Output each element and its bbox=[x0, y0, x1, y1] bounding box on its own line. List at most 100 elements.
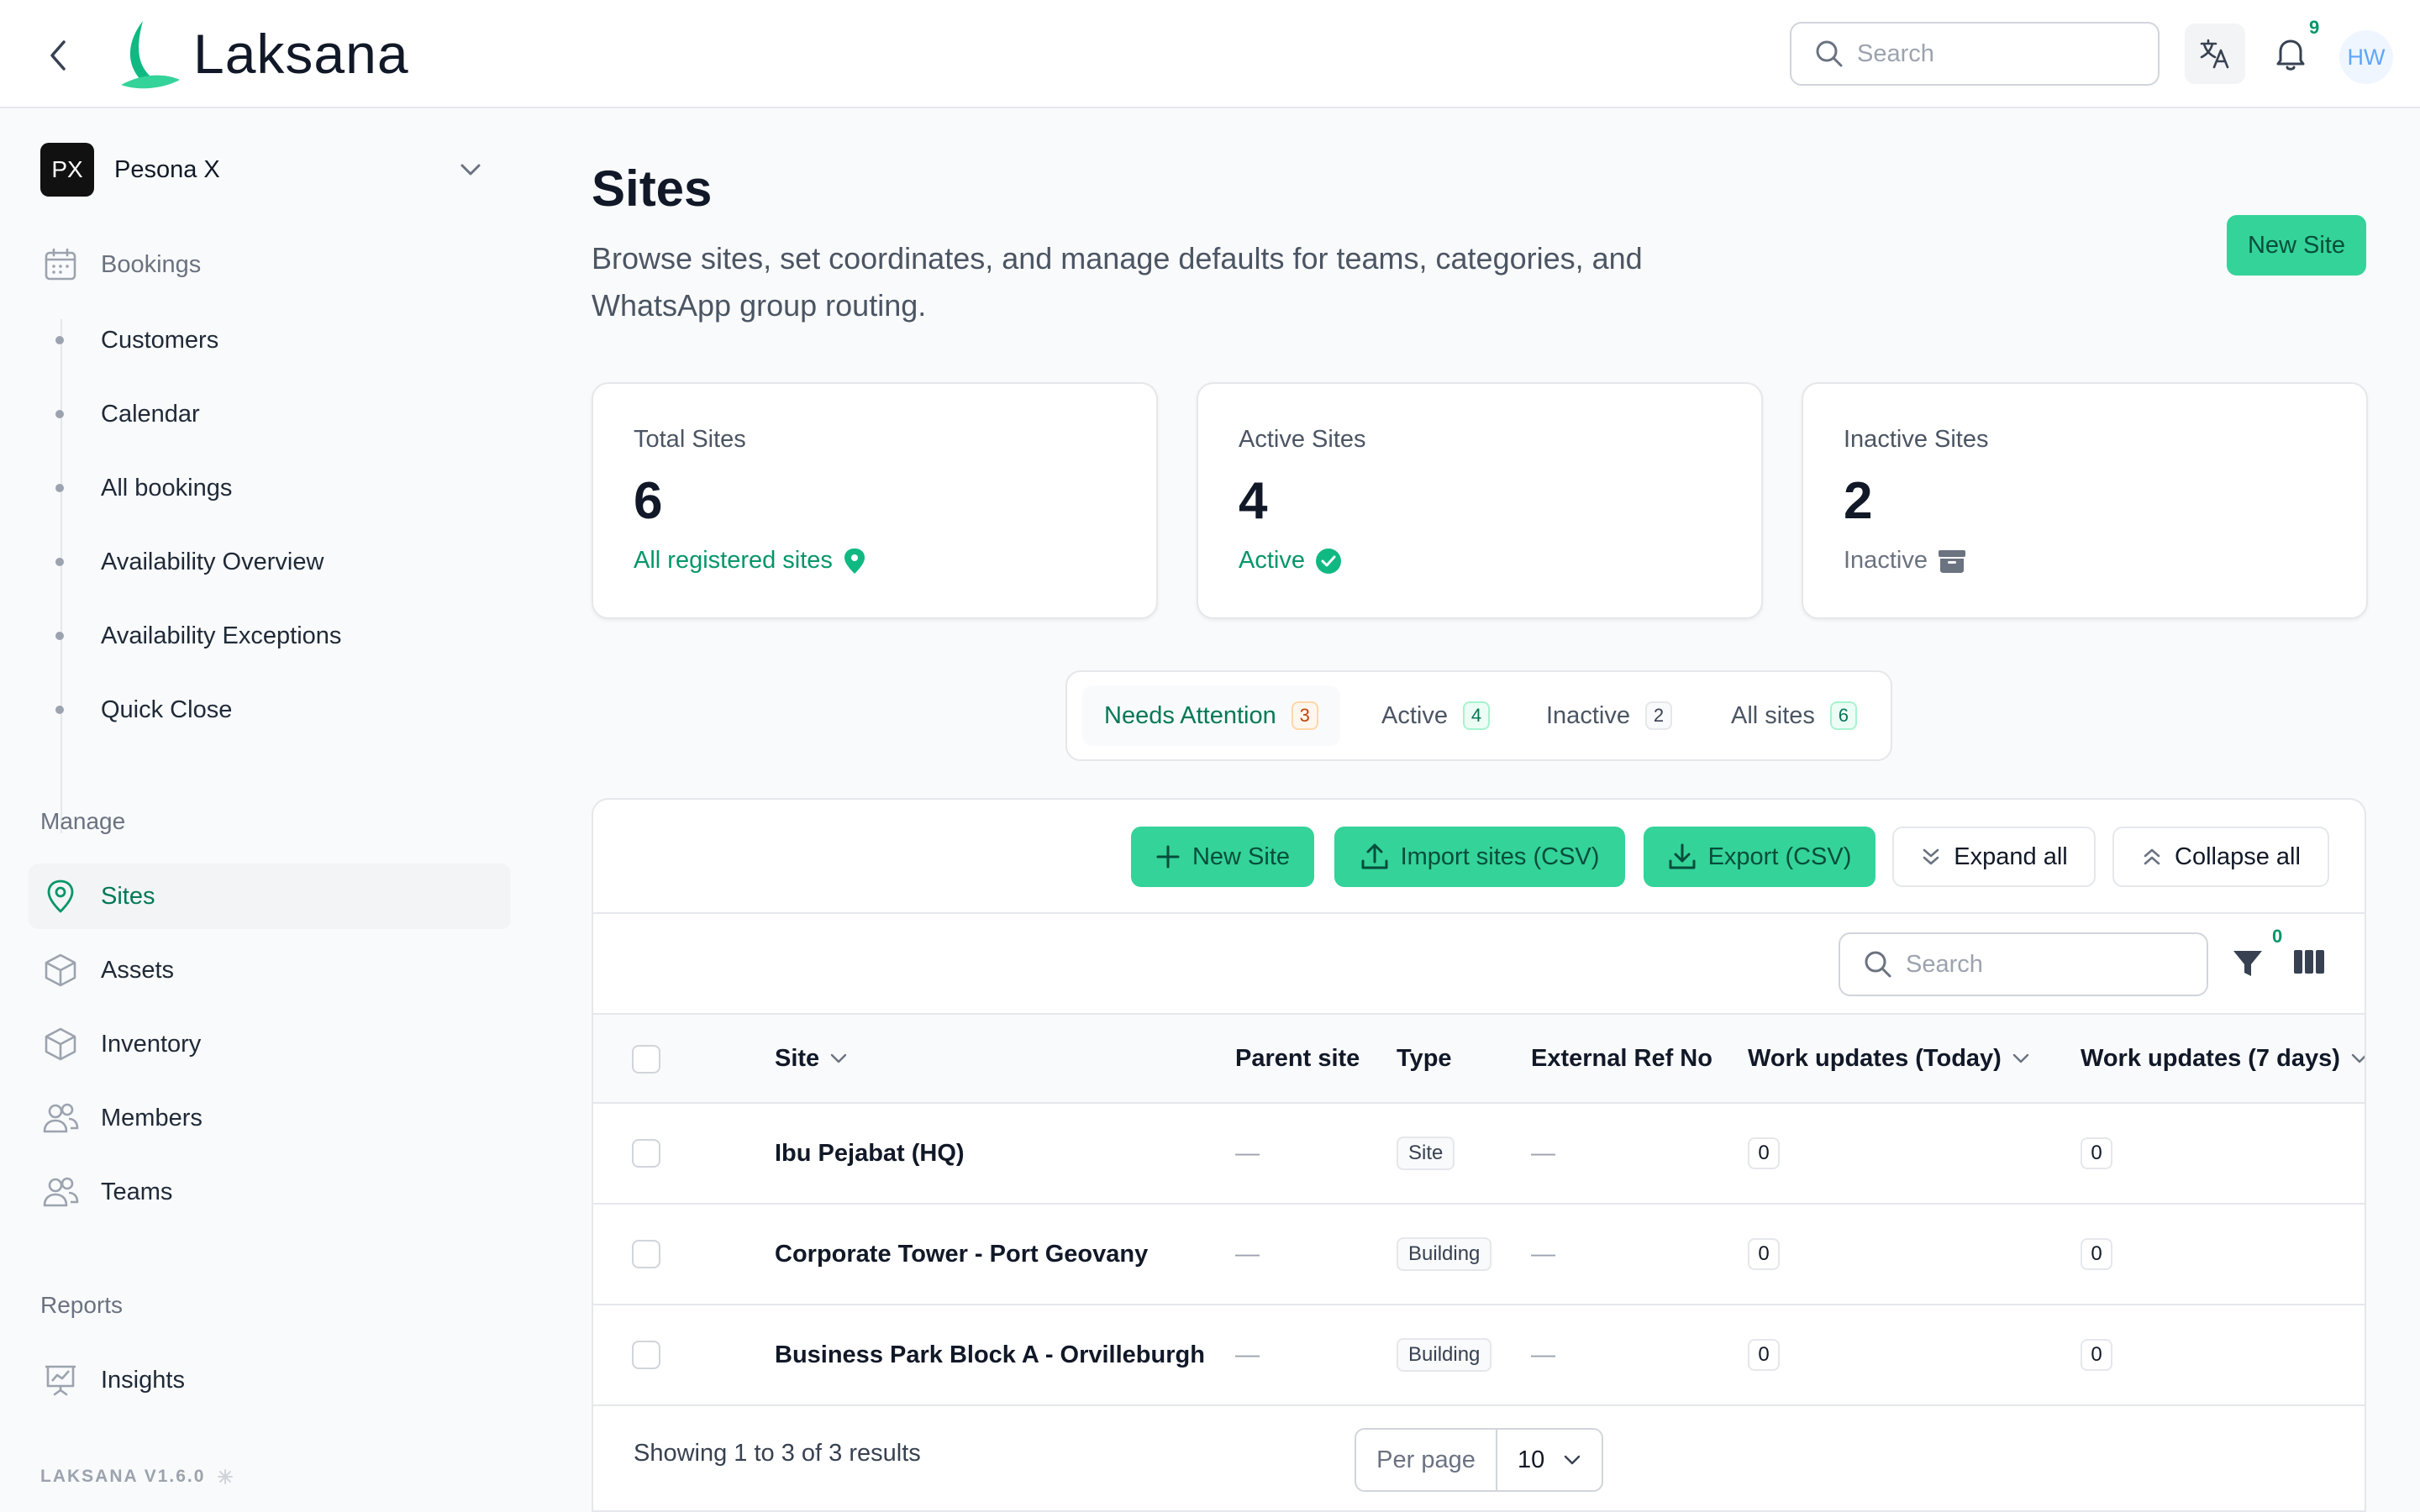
chevrons-down-icon bbox=[1923, 848, 1939, 865]
count-badge: 0 bbox=[2081, 1339, 2112, 1371]
button-label: New Site bbox=[1192, 843, 1291, 870]
app-logo[interactable]: Laksana bbox=[118, 17, 409, 91]
language-button[interactable] bbox=[2185, 24, 2245, 84]
per-page-select[interactable]: Per page 10 bbox=[1355, 1428, 1603, 1492]
site-name[interactable]: Ibu Pejabat (HQ) bbox=[775, 1104, 965, 1203]
stat-title: Total Sites bbox=[634, 426, 746, 453]
table-row[interactable]: Ibu Pejabat (HQ) — Site — 0 0 bbox=[593, 1104, 2365, 1205]
filter-button[interactable] bbox=[2232, 948, 2264, 984]
version-text: LAKSANA V1.6.0 bbox=[40, 1467, 206, 1486]
tab-active[interactable]: Active 4 bbox=[1360, 685, 1512, 746]
button-label: Export (CSV) bbox=[1707, 843, 1852, 870]
org-switcher[interactable]: PX Pesona X bbox=[40, 141, 511, 198]
sidebar-item-insights[interactable]: Insights bbox=[29, 1347, 511, 1413]
stat-subtitle: Inactive bbox=[1844, 547, 1966, 575]
sidebar-item-label: Bookings bbox=[101, 250, 202, 278]
tab-label: Active bbox=[1381, 701, 1448, 729]
external-ref: — bbox=[1531, 1341, 1555, 1368]
column-label: Work updates (Today) bbox=[1748, 1044, 2002, 1072]
sidebar-item-availability-overview[interactable]: Availability Overview bbox=[55, 541, 324, 583]
import-csv-button[interactable]: Import sites (CSV) bbox=[1334, 827, 1625, 887]
sidebar-item-customers[interactable]: Customers bbox=[55, 319, 218, 361]
sidebar-item-bookings[interactable]: Bookings bbox=[29, 232, 511, 297]
sidebar-item-inventory[interactable]: Inventory bbox=[29, 1011, 511, 1077]
version-label: LAKSANA V1.6.0 bbox=[40, 1467, 234, 1487]
column-label: Site bbox=[775, 1044, 820, 1072]
work-updates-week-cell: 0 bbox=[2081, 1305, 2112, 1404]
archive-icon bbox=[1938, 549, 1965, 573]
upload-icon bbox=[1361, 843, 1388, 869]
table-search-input[interactable]: Search bbox=[1839, 932, 2208, 996]
sidebar-item-teams[interactable]: Teams bbox=[29, 1159, 511, 1225]
table-row[interactable]: Corporate Tower - Port Geovany — Buildin… bbox=[593, 1205, 2365, 1305]
check-circle-icon bbox=[1315, 548, 1341, 574]
collapse-all-button[interactable]: Collapse all bbox=[2112, 827, 2329, 887]
sidebar-item-members[interactable]: Members bbox=[29, 1085, 511, 1151]
column-label: External Ref No bbox=[1531, 1044, 1712, 1072]
calendar-icon bbox=[42, 246, 79, 283]
back-button[interactable] bbox=[40, 37, 77, 74]
column-header-parent-site[interactable]: Parent site bbox=[1235, 1015, 1360, 1102]
chevron-down-icon bbox=[2012, 1053, 2029, 1063]
row-checkbox[interactable] bbox=[632, 1139, 660, 1168]
sites-table-card: New Site Import sites (CSV) Export (CSV)… bbox=[592, 798, 2366, 1512]
sidebar-item-calendar[interactable]: Calendar bbox=[55, 393, 200, 435]
new-site-button[interactable]: New Site bbox=[2227, 215, 2366, 276]
table-row[interactable]: Business Park Block A - Orvilleburgh — B… bbox=[593, 1305, 2365, 1406]
column-label: Type bbox=[1397, 1044, 1452, 1072]
translate-icon bbox=[2200, 39, 2229, 69]
export-csv-button[interactable]: Export (CSV) bbox=[1644, 827, 1876, 887]
chevron-down-icon bbox=[460, 164, 481, 176]
tab-needs-attention[interactable]: Needs Attention 3 bbox=[1082, 685, 1340, 746]
expand-all-button[interactable]: Expand all bbox=[1892, 827, 2096, 887]
sidebar-item-label: Insights bbox=[101, 1366, 185, 1394]
tab-label: Needs Attention bbox=[1104, 701, 1276, 729]
map-pin-icon bbox=[42, 878, 79, 915]
table-toolbar: New Site Import sites (CSV) Export (CSV)… bbox=[593, 800, 2365, 914]
bullet-icon bbox=[55, 632, 64, 640]
tab-all-sites[interactable]: All sites 6 bbox=[1709, 685, 1879, 746]
per-page-value[interactable]: 10 bbox=[1497, 1446, 1602, 1474]
column-header-site[interactable]: Site bbox=[775, 1015, 848, 1102]
sidebar-item-availability-exceptions[interactable]: Availability Exceptions bbox=[55, 615, 341, 657]
sidebar-item-assets[interactable]: Assets bbox=[29, 937, 511, 1003]
tab-count-badge: 3 bbox=[1291, 701, 1318, 730]
stat-value: 4 bbox=[1239, 472, 1268, 530]
bell-icon bbox=[2276, 39, 2305, 71]
stat-subtitle-text: Inactive bbox=[1844, 547, 1928, 574]
search-placeholder: Search bbox=[1857, 39, 1934, 67]
status-tabs: Needs Attention 3 Active 4 Inactive 2 Al… bbox=[1065, 670, 1892, 761]
sidebar-item-label: Teams bbox=[101, 1178, 173, 1205]
sidebar-item-all-bookings[interactable]: All bookings bbox=[55, 467, 232, 509]
sidebar-item-label: Availability Exceptions bbox=[101, 622, 342, 649]
select-all-checkbox[interactable] bbox=[632, 1045, 660, 1074]
column-label: Work updates (7 days) bbox=[2081, 1044, 2340, 1072]
sidebar-item-sites[interactable]: Sites bbox=[29, 864, 511, 929]
columns-button[interactable] bbox=[2292, 948, 2326, 980]
org-name: Pesona X bbox=[114, 155, 220, 183]
stat-subtitle: All registered sites bbox=[634, 547, 866, 575]
site-name[interactable]: Business Park Block A - Orvilleburgh bbox=[775, 1305, 1205, 1404]
search-icon bbox=[1865, 951, 1891, 978]
row-checkbox[interactable] bbox=[632, 1240, 660, 1268]
results-summary: Showing 1 to 3 of 3 results bbox=[634, 1440, 921, 1467]
toolbar-new-site-button[interactable]: New Site bbox=[1131, 827, 1314, 887]
search-placeholder: Search bbox=[1906, 950, 1983, 978]
column-header-work-updates-today[interactable]: Work updates (Today) bbox=[1748, 1015, 2030, 1102]
sidebar-item-label: Assets bbox=[101, 956, 175, 984]
site-name[interactable]: Corporate Tower - Port Geovany bbox=[775, 1205, 1148, 1304]
column-header-external-ref[interactable]: External Ref No bbox=[1531, 1015, 1712, 1102]
tab-inactive[interactable]: Inactive 2 bbox=[1524, 685, 1694, 746]
org-badge: PX bbox=[40, 143, 94, 197]
stat-card-active-sites: Active Sites 4 Active bbox=[1197, 382, 1763, 619]
sidebar-item-quick-close[interactable]: Quick Close bbox=[55, 689, 232, 731]
user-avatar[interactable]: HW bbox=[2339, 30, 2393, 84]
column-header-work-updates-7-days[interactable]: Work updates (7 days) bbox=[2081, 1015, 2365, 1102]
column-header-type[interactable]: Type bbox=[1397, 1015, 1452, 1102]
users-icon bbox=[42, 1173, 79, 1210]
chevrons-up-icon bbox=[2144, 848, 2160, 865]
global-search-input[interactable]: Search bbox=[1790, 22, 2160, 86]
row-checkbox[interactable] bbox=[632, 1341, 660, 1369]
notifications-button[interactable] bbox=[2269, 32, 2312, 76]
parent-site: — bbox=[1235, 1240, 1260, 1268]
